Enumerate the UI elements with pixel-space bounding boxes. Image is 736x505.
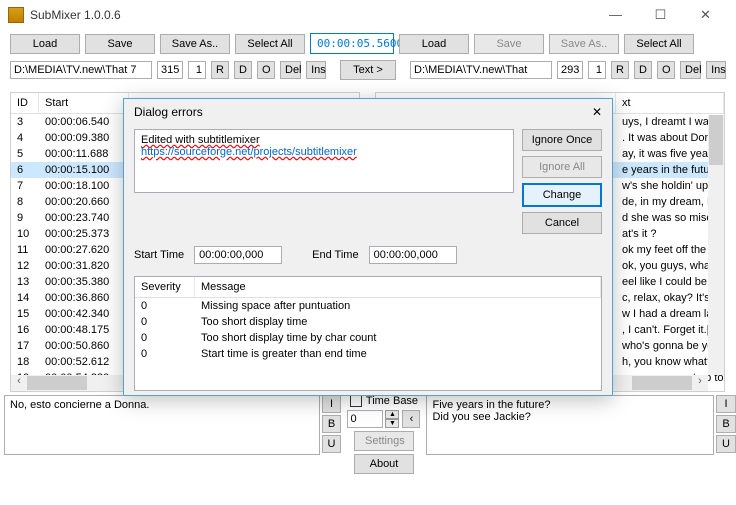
ignore-once-button[interactable]: Ignore Once — [522, 129, 602, 151]
minimize-button[interactable]: — — [593, 1, 638, 29]
error-row[interactable]: 0Missing space after puntuation — [135, 298, 601, 314]
dialog-title: Dialog errors — [134, 105, 203, 119]
spin-up[interactable]: ▲ — [385, 410, 399, 419]
u-button-left[interactable]: U — [322, 435, 342, 453]
maximize-button[interactable]: ☐ — [638, 1, 683, 29]
dialog-link[interactable]: https://sourceforge.net/projects/subtitl… — [141, 146, 357, 158]
endtime-input[interactable] — [369, 246, 457, 264]
save-button-right: Save — [474, 34, 544, 54]
spin-down[interactable]: ▼ — [385, 419, 399, 428]
num2-left[interactable] — [188, 61, 206, 79]
error-row[interactable]: 0Too short display time by char count — [135, 330, 601, 346]
del-button-right[interactable]: Del — [680, 61, 701, 79]
b-button-right[interactable]: B — [716, 415, 736, 433]
o-button-left[interactable]: O — [257, 61, 275, 79]
text-button[interactable]: Text > — [340, 60, 396, 80]
window-title: SubMixer 1.0.0.6 — [30, 8, 121, 22]
path-input-right[interactable] — [410, 61, 552, 79]
r-button-left[interactable]: R — [211, 61, 229, 79]
preview-right[interactable]: Five years in the future?Did you see Jac… — [426, 395, 714, 455]
path-input-left[interactable] — [10, 61, 152, 79]
ins-button-left[interactable]: Ins — [306, 61, 326, 79]
o-button-right[interactable]: O — [657, 61, 675, 79]
starttime-label: Start Time — [134, 249, 184, 261]
del-button-left[interactable]: Del — [280, 61, 301, 79]
i-button-left[interactable]: I — [322, 395, 342, 413]
message-header[interactable]: Message — [195, 277, 601, 297]
timebase-checkbox[interactable]: Time Base — [350, 395, 418, 407]
cancel-button[interactable]: Cancel — [522, 212, 602, 234]
error-row[interactable]: 0Start time is greater than end time — [135, 346, 601, 362]
spinner-go[interactable]: ‹ — [402, 410, 420, 428]
load-button-right[interactable]: Load — [399, 34, 469, 54]
d-button-right[interactable]: D — [634, 61, 652, 79]
close-button[interactable]: ✕ — [683, 1, 728, 29]
i-button-right[interactable]: I — [716, 395, 736, 413]
dialog-errors: Dialog errors ✕ Edited with subtitlemixe… — [123, 98, 613, 396]
saveas-button-left[interactable]: Save As.. — [160, 34, 230, 54]
error-table[interactable]: Severity Message 0Missing space after pu… — [134, 276, 602, 391]
selectall-button-left[interactable]: Select All — [235, 34, 305, 54]
header-id[interactable]: ID — [11, 93, 39, 113]
about-button[interactable]: About — [354, 454, 414, 474]
preview-left[interactable]: No, esto concierne a Donna. — [4, 395, 320, 455]
header-start[interactable]: Start — [39, 93, 129, 113]
severity-header[interactable]: Severity — [135, 277, 195, 297]
endtime-label: End Time — [312, 249, 358, 261]
u-button-right[interactable]: U — [716, 435, 736, 453]
settings-button: Settings — [354, 431, 414, 451]
load-button-left[interactable]: Load — [10, 34, 80, 54]
scrollbar-v-right[interactable] — [708, 115, 724, 375]
num1-left[interactable] — [157, 61, 183, 79]
num1-right[interactable] — [557, 61, 583, 79]
error-row[interactable]: 0Too short display time — [135, 314, 601, 330]
timecode-display[interactable]: 00:00:05.5600 — [310, 33, 394, 54]
num2-right[interactable] — [588, 61, 606, 79]
r-button-right[interactable]: R — [611, 61, 629, 79]
ignore-all-button: Ignore All — [522, 156, 602, 178]
save-button-left[interactable]: Save — [85, 34, 155, 54]
starttime-input[interactable] — [194, 246, 282, 264]
app-icon — [8, 7, 24, 23]
b-button-left[interactable]: B — [322, 415, 342, 433]
change-button[interactable]: Change — [522, 183, 602, 207]
dialog-editbox[interactable]: Edited with subtitlemixer https://source… — [134, 129, 514, 193]
header-text[interactable]: xt — [616, 93, 724, 113]
spinner-input[interactable] — [347, 410, 383, 428]
dialog-close-icon[interactable]: ✕ — [592, 105, 602, 119]
d-button-left[interactable]: D — [234, 61, 252, 79]
saveas-button-right: Save As.. — [549, 34, 619, 54]
ins-button-right[interactable]: Ins — [706, 61, 726, 79]
selectall-button-right[interactable]: Select All — [624, 34, 694, 54]
